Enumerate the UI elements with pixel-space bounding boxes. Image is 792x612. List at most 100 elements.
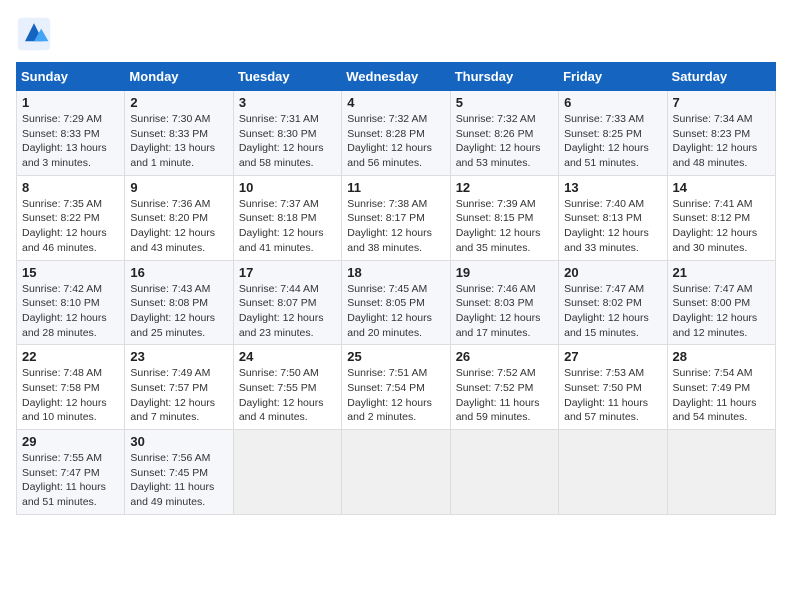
calendar-cell: 13 Sunrise: 7:40 AM Sunset: 8:13 PM Dayl… bbox=[559, 175, 667, 260]
day-info: Sunrise: 7:44 AM Sunset: 8:07 PM Dayligh… bbox=[239, 282, 336, 341]
day-number: 4 bbox=[347, 95, 444, 110]
calendar-cell bbox=[559, 430, 667, 515]
calendar-week-3: 15 Sunrise: 7:42 AM Sunset: 8:10 PM Dayl… bbox=[17, 260, 776, 345]
col-header-thursday: Thursday bbox=[450, 63, 558, 91]
day-number: 5 bbox=[456, 95, 553, 110]
day-info: Sunrise: 7:34 AM Sunset: 8:23 PM Dayligh… bbox=[673, 112, 770, 171]
day-info: Sunrise: 7:54 AM Sunset: 7:49 PM Dayligh… bbox=[673, 366, 770, 425]
calendar-cell: 21 Sunrise: 7:47 AM Sunset: 8:00 PM Dayl… bbox=[667, 260, 775, 345]
calendar-cell: 7 Sunrise: 7:34 AM Sunset: 8:23 PM Dayli… bbox=[667, 91, 775, 176]
day-info: Sunrise: 7:53 AM Sunset: 7:50 PM Dayligh… bbox=[564, 366, 661, 425]
day-info: Sunrise: 7:49 AM Sunset: 7:57 PM Dayligh… bbox=[130, 366, 227, 425]
col-header-monday: Monday bbox=[125, 63, 233, 91]
day-number: 9 bbox=[130, 180, 227, 195]
day-info: Sunrise: 7:56 AM Sunset: 7:45 PM Dayligh… bbox=[130, 451, 227, 510]
day-info: Sunrise: 7:51 AM Sunset: 7:54 PM Dayligh… bbox=[347, 366, 444, 425]
day-number: 25 bbox=[347, 349, 444, 364]
calendar-cell: 30 Sunrise: 7:56 AM Sunset: 7:45 PM Dayl… bbox=[125, 430, 233, 515]
day-info: Sunrise: 7:32 AM Sunset: 8:26 PM Dayligh… bbox=[456, 112, 553, 171]
day-info: Sunrise: 7:30 AM Sunset: 8:33 PM Dayligh… bbox=[130, 112, 227, 171]
day-info: Sunrise: 7:31 AM Sunset: 8:30 PM Dayligh… bbox=[239, 112, 336, 171]
day-info: Sunrise: 7:40 AM Sunset: 8:13 PM Dayligh… bbox=[564, 197, 661, 256]
calendar-cell: 17 Sunrise: 7:44 AM Sunset: 8:07 PM Dayl… bbox=[233, 260, 341, 345]
day-info: Sunrise: 7:52 AM Sunset: 7:52 PM Dayligh… bbox=[456, 366, 553, 425]
page-header bbox=[16, 16, 776, 52]
day-number: 13 bbox=[564, 180, 661, 195]
calendar-cell: 11 Sunrise: 7:38 AM Sunset: 8:17 PM Dayl… bbox=[342, 175, 450, 260]
calendar-cell: 28 Sunrise: 7:54 AM Sunset: 7:49 PM Dayl… bbox=[667, 345, 775, 430]
day-info: Sunrise: 7:41 AM Sunset: 8:12 PM Dayligh… bbox=[673, 197, 770, 256]
calendar-cell: 16 Sunrise: 7:43 AM Sunset: 8:08 PM Dayl… bbox=[125, 260, 233, 345]
calendar-cell: 27 Sunrise: 7:53 AM Sunset: 7:50 PM Dayl… bbox=[559, 345, 667, 430]
day-info: Sunrise: 7:48 AM Sunset: 7:58 PM Dayligh… bbox=[22, 366, 119, 425]
day-number: 3 bbox=[239, 95, 336, 110]
day-number: 29 bbox=[22, 434, 119, 449]
day-number: 20 bbox=[564, 265, 661, 280]
calendar-cell: 12 Sunrise: 7:39 AM Sunset: 8:15 PM Dayl… bbox=[450, 175, 558, 260]
day-info: Sunrise: 7:38 AM Sunset: 8:17 PM Dayligh… bbox=[347, 197, 444, 256]
logo-icon bbox=[16, 16, 52, 52]
day-info: Sunrise: 7:46 AM Sunset: 8:03 PM Dayligh… bbox=[456, 282, 553, 341]
calendar-cell: 18 Sunrise: 7:45 AM Sunset: 8:05 PM Dayl… bbox=[342, 260, 450, 345]
day-number: 24 bbox=[239, 349, 336, 364]
calendar-cell: 29 Sunrise: 7:55 AM Sunset: 7:47 PM Dayl… bbox=[17, 430, 125, 515]
day-info: Sunrise: 7:50 AM Sunset: 7:55 PM Dayligh… bbox=[239, 366, 336, 425]
col-header-friday: Friday bbox=[559, 63, 667, 91]
calendar-week-5: 29 Sunrise: 7:55 AM Sunset: 7:47 PM Dayl… bbox=[17, 430, 776, 515]
calendar-cell bbox=[233, 430, 341, 515]
day-number: 10 bbox=[239, 180, 336, 195]
calendar-cell: 22 Sunrise: 7:48 AM Sunset: 7:58 PM Dayl… bbox=[17, 345, 125, 430]
calendar-cell: 24 Sunrise: 7:50 AM Sunset: 7:55 PM Dayl… bbox=[233, 345, 341, 430]
day-number: 8 bbox=[22, 180, 119, 195]
calendar-cell bbox=[450, 430, 558, 515]
day-info: Sunrise: 7:42 AM Sunset: 8:10 PM Dayligh… bbox=[22, 282, 119, 341]
day-number: 18 bbox=[347, 265, 444, 280]
calendar-week-4: 22 Sunrise: 7:48 AM Sunset: 7:58 PM Dayl… bbox=[17, 345, 776, 430]
day-info: Sunrise: 7:47 AM Sunset: 8:02 PM Dayligh… bbox=[564, 282, 661, 341]
day-info: Sunrise: 7:39 AM Sunset: 8:15 PM Dayligh… bbox=[456, 197, 553, 256]
day-info: Sunrise: 7:35 AM Sunset: 8:22 PM Dayligh… bbox=[22, 197, 119, 256]
day-info: Sunrise: 7:32 AM Sunset: 8:28 PM Dayligh… bbox=[347, 112, 444, 171]
day-number: 23 bbox=[130, 349, 227, 364]
calendar-cell: 8 Sunrise: 7:35 AM Sunset: 8:22 PM Dayli… bbox=[17, 175, 125, 260]
calendar-cell: 2 Sunrise: 7:30 AM Sunset: 8:33 PM Dayli… bbox=[125, 91, 233, 176]
calendar-week-1: 1 Sunrise: 7:29 AM Sunset: 8:33 PM Dayli… bbox=[17, 91, 776, 176]
day-number: 19 bbox=[456, 265, 553, 280]
day-number: 11 bbox=[347, 180, 444, 195]
day-number: 27 bbox=[564, 349, 661, 364]
day-number: 14 bbox=[673, 180, 770, 195]
col-header-wednesday: Wednesday bbox=[342, 63, 450, 91]
calendar-week-2: 8 Sunrise: 7:35 AM Sunset: 8:22 PM Dayli… bbox=[17, 175, 776, 260]
day-info: Sunrise: 7:47 AM Sunset: 8:00 PM Dayligh… bbox=[673, 282, 770, 341]
day-number: 21 bbox=[673, 265, 770, 280]
day-number: 15 bbox=[22, 265, 119, 280]
day-info: Sunrise: 7:45 AM Sunset: 8:05 PM Dayligh… bbox=[347, 282, 444, 341]
calendar-cell: 19 Sunrise: 7:46 AM Sunset: 8:03 PM Dayl… bbox=[450, 260, 558, 345]
calendar-cell: 15 Sunrise: 7:42 AM Sunset: 8:10 PM Dayl… bbox=[17, 260, 125, 345]
day-number: 17 bbox=[239, 265, 336, 280]
day-number: 6 bbox=[564, 95, 661, 110]
col-header-tuesday: Tuesday bbox=[233, 63, 341, 91]
col-header-sunday: Sunday bbox=[17, 63, 125, 91]
calendar-cell: 10 Sunrise: 7:37 AM Sunset: 8:18 PM Dayl… bbox=[233, 175, 341, 260]
day-info: Sunrise: 7:36 AM Sunset: 8:20 PM Dayligh… bbox=[130, 197, 227, 256]
calendar-table: SundayMondayTuesdayWednesdayThursdayFrid… bbox=[16, 62, 776, 515]
day-number: 30 bbox=[130, 434, 227, 449]
day-info: Sunrise: 7:43 AM Sunset: 8:08 PM Dayligh… bbox=[130, 282, 227, 341]
calendar-cell: 5 Sunrise: 7:32 AM Sunset: 8:26 PM Dayli… bbox=[450, 91, 558, 176]
calendar-cell: 9 Sunrise: 7:36 AM Sunset: 8:20 PM Dayli… bbox=[125, 175, 233, 260]
calendar-cell: 23 Sunrise: 7:49 AM Sunset: 7:57 PM Dayl… bbox=[125, 345, 233, 430]
calendar-cell: 3 Sunrise: 7:31 AM Sunset: 8:30 PM Dayli… bbox=[233, 91, 341, 176]
day-number: 28 bbox=[673, 349, 770, 364]
calendar-cell: 4 Sunrise: 7:32 AM Sunset: 8:28 PM Dayli… bbox=[342, 91, 450, 176]
day-number: 22 bbox=[22, 349, 119, 364]
day-info: Sunrise: 7:37 AM Sunset: 8:18 PM Dayligh… bbox=[239, 197, 336, 256]
calendar-cell: 25 Sunrise: 7:51 AM Sunset: 7:54 PM Dayl… bbox=[342, 345, 450, 430]
calendar-cell: 26 Sunrise: 7:52 AM Sunset: 7:52 PM Dayl… bbox=[450, 345, 558, 430]
day-info: Sunrise: 7:33 AM Sunset: 8:25 PM Dayligh… bbox=[564, 112, 661, 171]
day-info: Sunrise: 7:55 AM Sunset: 7:47 PM Dayligh… bbox=[22, 451, 119, 510]
calendar-cell: 14 Sunrise: 7:41 AM Sunset: 8:12 PM Dayl… bbox=[667, 175, 775, 260]
calendar-cell: 1 Sunrise: 7:29 AM Sunset: 8:33 PM Dayli… bbox=[17, 91, 125, 176]
calendar-cell: 20 Sunrise: 7:47 AM Sunset: 8:02 PM Dayl… bbox=[559, 260, 667, 345]
day-number: 26 bbox=[456, 349, 553, 364]
